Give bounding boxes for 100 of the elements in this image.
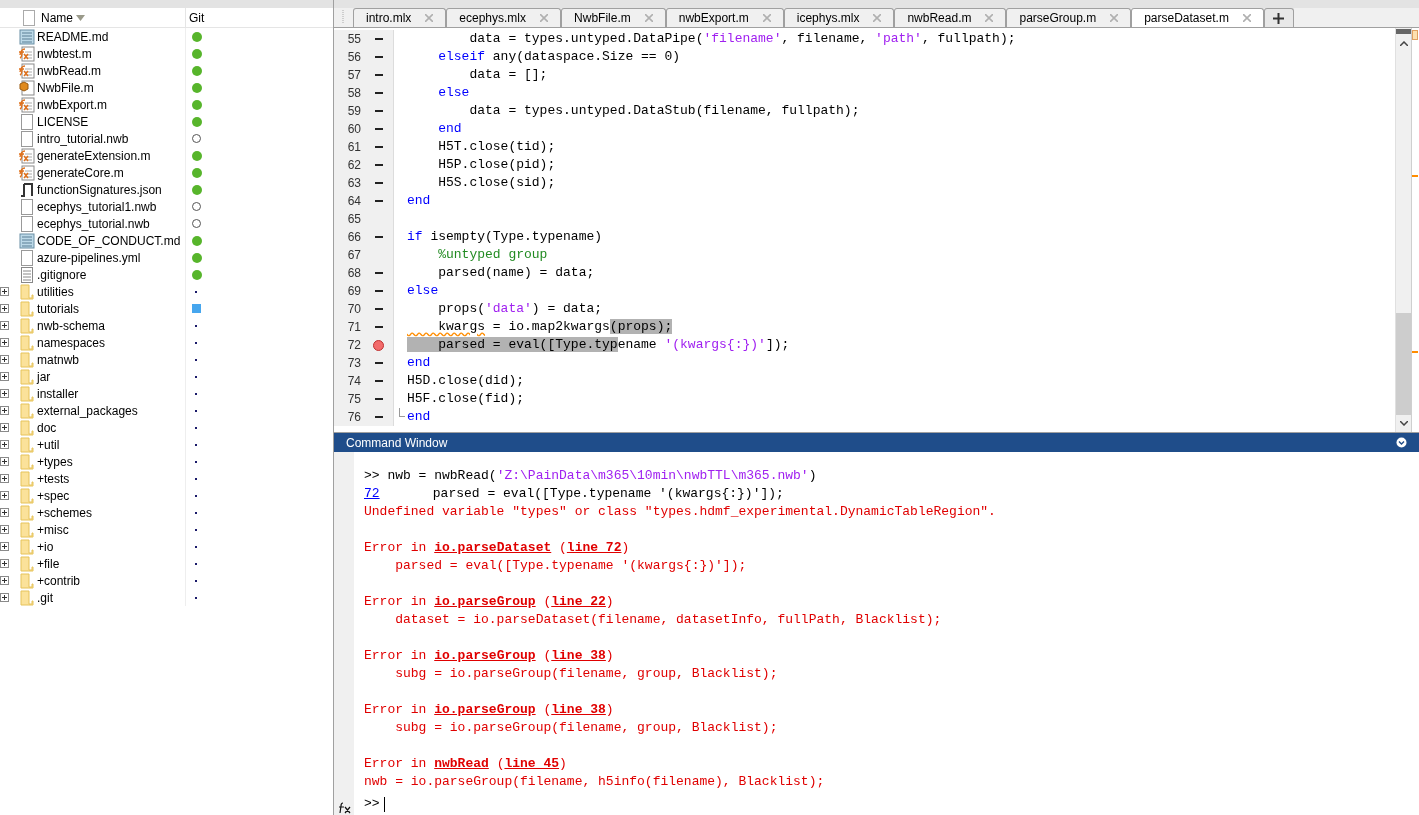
console-link[interactable]: line 72 [566,540,622,556]
file-row[interactable]: jar [0,368,333,385]
split-handle[interactable] [1395,29,1412,34]
breakpoint-marker[interactable] [373,339,384,351]
breakpoint-dash[interactable] [374,290,383,292]
file-row[interactable]: README.md [0,28,333,45]
file-row[interactable]: LICENSE [0,113,333,130]
expand-icon[interactable] [0,491,9,500]
scroll-thumb[interactable] [1396,313,1411,415]
fx-icon[interactable] [337,802,351,814]
file-row[interactable]: +contrib [0,572,333,589]
console-link[interactable]: line 45 [504,756,560,772]
file-row[interactable]: CODE_OF_CONDUCT.md [0,232,333,249]
expand-icon[interactable] [0,287,9,296]
expand-icon[interactable] [0,440,9,449]
new-tab-button[interactable] [1263,8,1294,27]
expand-icon[interactable] [0,355,9,364]
file-row[interactable]: nwbtest.m [0,45,333,62]
warning-marker[interactable] [1412,175,1418,177]
console-link[interactable]: io.parseGroup [434,594,536,610]
breakpoint-dash[interactable] [374,308,383,310]
file-row[interactable]: tutorials [0,300,333,317]
file-row[interactable]: +schemes [0,504,333,521]
expand-icon[interactable] [0,508,9,517]
scroll-up-icon[interactable] [1399,41,1408,46]
file-row[interactable]: +spec [0,487,333,504]
breakpoint-dash[interactable] [374,110,383,112]
file-row[interactable]: +tests [0,470,333,487]
console-link[interactable]: io.parseGroup [434,702,536,718]
file-row[interactable]: namespaces [0,334,333,351]
expand-icon[interactable] [0,423,9,432]
file-row[interactable]: .gitignore [0,266,333,283]
expand-icon[interactable] [0,338,9,347]
expand-icon[interactable] [0,457,9,466]
breakpoint-dash[interactable] [374,146,383,148]
file-row[interactable]: +file [0,555,333,572]
editor-tab[interactable]: nwbExport.m [665,8,784,27]
expand-icon[interactable] [0,542,9,551]
editor-tab[interactable]: parseGroup.m [1006,8,1132,27]
expand-icon[interactable] [0,576,9,585]
scrollbar[interactable] [1395,28,1411,432]
file-row[interactable]: +misc [0,521,333,538]
editor-tab[interactable]: nwbRead.m [894,8,1007,27]
column-header[interactable]: Git [186,8,333,27]
file-row[interactable]: nwbRead.m [0,62,333,79]
editor-tab[interactable]: ecephys.mlx [446,8,562,27]
file-row[interactable]: functionSignatures.json [0,181,333,198]
editor-tab[interactable]: intro.mlx [353,8,447,27]
file-row[interactable]: +types [0,453,333,470]
file-row[interactable]: nwb-schema [0,317,333,334]
breakpoint-dash[interactable] [374,38,383,40]
file-row[interactable]: utilities [0,283,333,300]
file-row[interactable]: nwbExport.m [0,96,333,113]
breakpoint-dash[interactable] [374,128,383,130]
expand-icon[interactable] [0,525,9,534]
console-link[interactable]: line 38 [551,648,606,664]
console-link[interactable]: io.parseGroup [434,648,536,664]
file-row[interactable]: azure-pipelines.yml [0,249,333,266]
scroll-down-icon[interactable] [1399,421,1408,426]
file-row[interactable]: ecephys_tutorial.nwb [0,215,333,232]
editor-tab[interactable]: NwbFile.m [561,8,666,27]
editor-tab[interactable]: parseDataset.m [1131,8,1264,27]
breakpoint-dash[interactable] [374,416,383,418]
editor-tab[interactable]: icephys.mlx [783,8,895,27]
breakpoint-dash[interactable] [374,182,383,184]
expand-icon[interactable] [0,372,9,381]
expand-icon[interactable] [0,593,9,602]
expand-icon[interactable] [0,321,9,330]
file-row[interactable]: generateCore.m [0,164,333,181]
expand-icon[interactable] [0,304,9,313]
file-row[interactable]: +io [0,538,333,555]
file-row[interactable]: NwbFile.m [0,79,333,96]
file-row[interactable]: installer [0,385,333,402]
warning-marker[interactable] [1412,351,1418,353]
console-link[interactable]: 72 [364,484,402,504]
breakpoint-dash[interactable] [374,272,383,274]
file-row[interactable]: matnwb [0,351,333,368]
file-row[interactable]: external_packages [0,402,333,419]
breakpoint-dash[interactable] [374,92,383,94]
breakpoint-dash[interactable] [374,398,383,400]
breakpoint-dash[interactable] [374,326,383,328]
breakpoint-dash[interactable] [374,362,383,364]
breakpoint-dash[interactable] [374,380,383,382]
console-link[interactable]: line 22 [551,594,606,610]
column-header[interactable]: Name [38,8,186,27]
expand-icon[interactable] [0,406,9,415]
expand-icon[interactable] [0,389,9,398]
breakpoint-dash[interactable] [374,56,383,58]
console-link[interactable]: nwbRead [434,756,489,772]
breakpoint-dash[interactable] [374,164,383,166]
file-row[interactable]: ecephys_tutorial1.nwb [0,198,333,215]
expand-icon[interactable] [0,474,9,483]
file-row[interactable]: generateExtension.m [0,147,333,164]
breakpoint-dash[interactable] [374,200,383,202]
file-row[interactable]: .git [0,589,333,606]
breakpoint-dash[interactable] [374,74,383,76]
expand-icon[interactable] [0,559,9,568]
console-link[interactable]: io.parseDataset [434,540,552,556]
file-row[interactable]: intro_tutorial.nwb [0,130,333,147]
file-row[interactable]: doc [0,419,333,436]
